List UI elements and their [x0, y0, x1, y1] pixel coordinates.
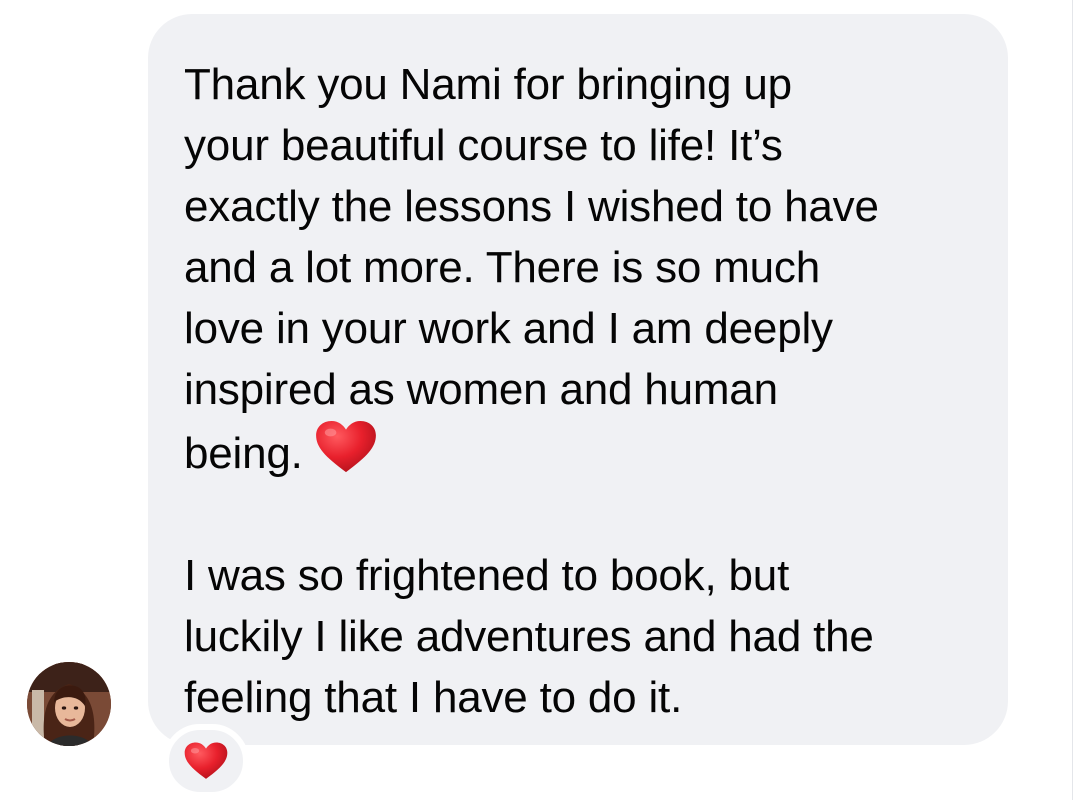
message-line: I was so frightened to book, but	[184, 551, 790, 600]
message-line: your beautiful course to life! It’s	[184, 121, 783, 170]
message-line: inspired as women and human	[184, 365, 778, 414]
message-text: being.	[184, 429, 303, 478]
heart-icon	[315, 420, 376, 473]
message-line-last: being.	[184, 420, 988, 484]
heart-icon	[184, 742, 228, 779]
message-line: Thank you Nami for bringing up	[184, 60, 792, 109]
avatar-image	[27, 662, 111, 746]
message-line: feeling that I have to do it.	[184, 673, 683, 722]
chat-thread: Thank you Nami for bringing up your beau…	[0, 0, 1073, 800]
message-line: luckily I like adventures and had the	[184, 612, 874, 661]
message-bubble[interactable]: Thank you Nami for bringing up your beau…	[148, 14, 1008, 745]
message-line: exactly the lessons I wished to have	[184, 182, 879, 231]
reaction-badge[interactable]	[163, 724, 249, 798]
avatar[interactable]	[27, 662, 111, 746]
message-line: and a lot more. There is so much	[184, 243, 820, 292]
message-line: love in your work and I am deeply	[184, 304, 833, 353]
